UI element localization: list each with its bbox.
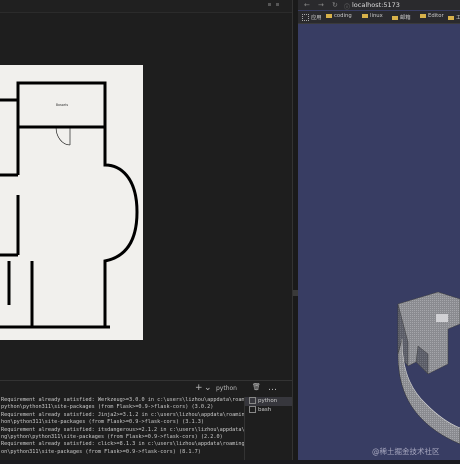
terminal-list-label: python: [258, 398, 278, 404]
floorplan-drawing: Bassets: [0, 81, 139, 329]
terminal-icon: [249, 397, 256, 404]
terminal-name: python: [216, 385, 237, 392]
floorplan-preview: Bassets: [0, 65, 143, 340]
add-terminal-button[interactable]: +: [195, 383, 203, 393]
browser-window: ← → ↻ ⓘ localhost:5173 应用 coding linux 邮…: [298, 0, 460, 460]
layout-icon[interactable]: [268, 3, 271, 6]
bookmark-label: 应用: [311, 15, 322, 21]
terminal-line: python\python311\site-packages (from Fla…: [1, 404, 214, 411]
terminal-list-item-python[interactable]: python: [245, 397, 293, 406]
folder-icon: [362, 13, 368, 18]
bookmark-coding[interactable]: coding: [326, 13, 352, 19]
model-window: [436, 314, 448, 322]
folder-icon: [448, 15, 454, 20]
apps-icon: [302, 14, 309, 21]
terminal-line: Requirement already satisfied: itsdanger…: [1, 426, 244, 433]
back-icon[interactable]: ←: [304, 1, 310, 9]
address-bar: ← → ↻ ⓘ localhost:5173: [298, 0, 460, 11]
room-label: Bassets: [56, 103, 69, 107]
bookmark-label: 邮箱: [400, 15, 411, 21]
forward-icon[interactable]: →: [318, 1, 324, 9]
terminal-list-item-bash[interactable]: bash: [245, 406, 293, 415]
terminal-icon: [249, 406, 256, 413]
terminal-line: Requirement already satisfied: Werkzeug>…: [1, 397, 244, 403]
folder-icon: [392, 15, 398, 20]
terminal-line: Requirement already satisfied: Jinja2>=3…: [1, 411, 244, 418]
reload-icon[interactable]: ↻: [332, 1, 338, 9]
more-icon[interactable]: …: [268, 383, 277, 393]
folder-icon: [326, 13, 332, 18]
terminal-line: on\python311\site-packages (from Flask>=…: [1, 448, 201, 455]
more-icon[interactable]: [276, 3, 279, 6]
watermark: @稀土掘金技术社区: [372, 447, 440, 456]
terminal-panel-toolbar: + ⌄ python 🗑 …: [0, 380, 292, 397]
bookmark-mail[interactable]: 邮箱: [392, 13, 411, 21]
site-info-icon[interactable]: ⓘ: [344, 2, 350, 11]
bookmark-label: Editor: [428, 13, 444, 19]
url-field[interactable]: localhost:5173: [352, 1, 400, 9]
terminal-line: ng\python\python311\site-packages (from …: [1, 434, 223, 441]
trash-icon[interactable]: 🗑: [252, 383, 261, 391]
terminal-line: hon\python311\site-packages (from Flask>…: [1, 419, 205, 426]
terminal-output[interactable]: Requirement already satisfied: Werkzeug>…: [0, 397, 244, 460]
terminal-list-label: bash: [258, 407, 272, 413]
3d-building-model: [397, 291, 460, 445]
bookmark-apps[interactable]: 应用: [302, 13, 322, 21]
terminal-list: python bash: [244, 397, 293, 460]
folder-icon: [420, 13, 426, 18]
bookmark-linux[interactable]: linux: [362, 13, 383, 19]
bookmarks-bar: 应用 coding linux 邮箱 Editor 工具: [298, 11, 460, 24]
terminal-line: Requirement already satisfied: click>=8.…: [1, 441, 244, 448]
threejs-canvas[interactable]: [298, 24, 460, 460]
split-dropdown-icon[interactable]: ⌄: [204, 383, 212, 393]
bookmark-label: 工具: [456, 15, 460, 21]
bookmark-editor[interactable]: Editor: [420, 13, 444, 19]
bookmark-label: linux: [370, 13, 383, 19]
curved-wall: [103, 127, 139, 327]
bookmark-tools[interactable]: 工具: [448, 13, 460, 21]
code-editor: Bassets + ⌄ python 🗑 … Requirement alrea…: [0, 0, 298, 460]
editor-top-strip: [0, 0, 298, 13]
bookmark-label: coding: [334, 13, 352, 19]
